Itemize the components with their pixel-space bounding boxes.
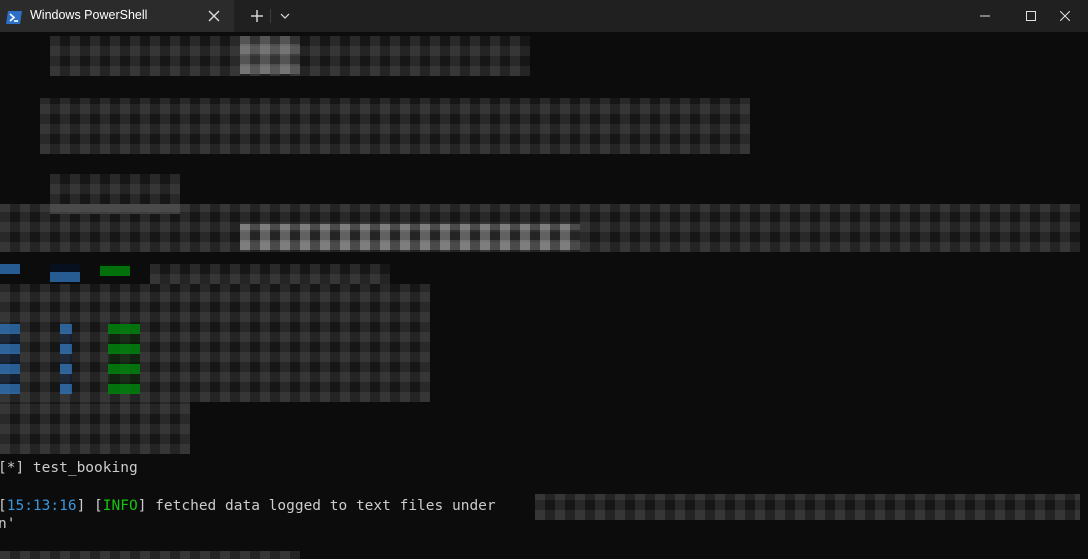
chevron-down-icon[interactable] (276, 6, 294, 26)
redacted-region (60, 324, 72, 394)
redacted-region (0, 264, 20, 274)
redacted-region (108, 324, 140, 394)
redacted-region (150, 264, 390, 284)
tab-windows-powershell[interactable]: Windows PowerShell (0, 0, 234, 32)
test-name-line: [*] test_booking (0, 460, 138, 476)
terminal-output[interactable]: [*] test_booking [15:13:16] [INFO] fetch… (0, 32, 1088, 559)
redacted-region (0, 402, 190, 454)
close-icon[interactable] (206, 8, 222, 24)
window-close-icon[interactable] (1042, 0, 1088, 32)
redacted-region (100, 264, 130, 276)
redacted-region (50, 264, 80, 282)
redacted-region (0, 324, 20, 394)
redacted-region (240, 224, 580, 250)
plus-icon[interactable] (246, 6, 268, 26)
tab-separator (270, 9, 271, 23)
title-bar: Windows PowerShell (0, 0, 1088, 32)
minimize-icon[interactable] (962, 0, 1008, 32)
log-timestamp: 15:13:16 (6, 498, 77, 514)
redacted-region (0, 551, 300, 559)
powershell-icon (6, 9, 22, 24)
redacted-region (535, 494, 1080, 520)
log-level: INFO (102, 498, 138, 514)
tab-title: Windows PowerShell (30, 8, 148, 22)
redacted-region (240, 36, 300, 74)
log-line: [15:13:16] [INFO] fetched data logged to… (0, 498, 496, 514)
redacted-region (40, 98, 750, 154)
log-line-continuation: n' (0, 516, 16, 532)
